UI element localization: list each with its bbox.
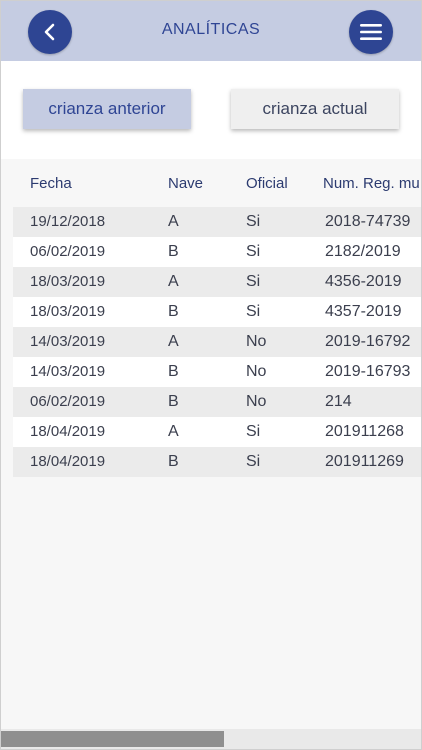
table-row[interactable]: 18/04/2019 B Si 201911269 bbox=[13, 447, 421, 477]
cell-num-reg: 4356-2019 bbox=[325, 273, 402, 290]
cell-nave: B bbox=[168, 363, 179, 380]
top-bar: ANALÍTICAS bbox=[1, 1, 421, 61]
cell-num-reg: 2019-16793 bbox=[325, 363, 411, 380]
crianza-actual-button[interactable]: crianza actual bbox=[231, 89, 399, 129]
table-row[interactable]: 18/04/2019 A Si 201911268 bbox=[13, 417, 421, 447]
table-body: 19/12/2018 A Si 2018-74739 06/02/2019 B Si 2182… bbox=[13, 207, 421, 477]
cell-oficial: Si bbox=[246, 243, 261, 260]
cell-nave: A bbox=[168, 273, 179, 290]
scrollbar-thumb[interactable] bbox=[1, 731, 224, 747]
cell-num-reg: 2182/2019 bbox=[325, 243, 401, 260]
page-title: ANALÍTICAS bbox=[161, 21, 261, 38]
cell-fecha: 18/04/2019 bbox=[30, 423, 106, 440]
crianza-toggle: crianza anterior crianza actual bbox=[1, 61, 421, 159]
table-header: Fecha Nave Oficial Num. Reg. mu bbox=[1, 175, 421, 197]
cell-oficial: Si bbox=[246, 453, 261, 470]
table-row[interactable]: 14/03/2019 A No 2019-16792 bbox=[13, 327, 421, 357]
column-header-oficial[interactable]: Oficial bbox=[246, 175, 288, 192]
horizontal-scrollbar[interactable] bbox=[1, 729, 421, 749]
cell-fecha: 18/04/2019 bbox=[30, 453, 106, 470]
cell-num-reg: 2018-74739 bbox=[325, 213, 411, 230]
cell-nave: A bbox=[168, 423, 179, 440]
column-header-nave[interactable]: Nave bbox=[168, 175, 203, 192]
cell-num-reg: 214 bbox=[325, 393, 352, 410]
cell-nave: A bbox=[168, 213, 179, 230]
cell-fecha: 14/03/2019 bbox=[30, 333, 106, 350]
cell-nave: A bbox=[168, 333, 179, 350]
cell-nave: B bbox=[168, 243, 179, 260]
cell-num-reg: 2019-16792 bbox=[325, 333, 411, 350]
table-row[interactable]: 18/03/2019 B Si 4357-2019 bbox=[13, 297, 421, 327]
back-button[interactable] bbox=[28, 10, 72, 54]
app-frame: ANALÍTICAS crianza anterior crianza actu… bbox=[0, 0, 422, 750]
cell-oficial: Si bbox=[246, 213, 261, 230]
column-header-fecha[interactable]: Fecha bbox=[30, 175, 72, 192]
cell-oficial: Si bbox=[246, 423, 261, 440]
cell-fecha: 14/03/2019 bbox=[30, 363, 106, 380]
table-row[interactable]: 19/12/2018 A Si 2018-74739 bbox=[13, 207, 421, 237]
hamburger-menu-icon bbox=[360, 24, 382, 40]
cell-oficial: Si bbox=[246, 273, 261, 290]
table-row[interactable]: 18/03/2019 A Si 4356-2019 bbox=[13, 267, 421, 297]
table-row[interactable]: 06/02/2019 B Si 2182/2019 bbox=[13, 237, 421, 267]
cell-num-reg: 4357-2019 bbox=[325, 303, 402, 320]
cell-num-reg: 201911269 bbox=[325, 453, 404, 470]
cell-fecha: 18/03/2019 bbox=[30, 273, 106, 290]
cell-fecha: 18/03/2019 bbox=[30, 303, 106, 320]
table-row[interactable]: 14/03/2019 B No 2019-16793 bbox=[13, 357, 421, 387]
cell-nave: B bbox=[168, 303, 179, 320]
table-row[interactable]: 06/02/2019 B No 214 bbox=[13, 387, 421, 417]
cell-fecha: 06/02/2019 bbox=[30, 393, 106, 410]
cell-oficial: No bbox=[246, 393, 267, 410]
column-header-num-reg[interactable]: Num. Reg. mu bbox=[323, 175, 420, 192]
cell-oficial: No bbox=[246, 363, 267, 380]
cell-oficial: Si bbox=[246, 303, 261, 320]
cell-num-reg: 201911268 bbox=[325, 423, 404, 440]
cell-nave: B bbox=[168, 453, 179, 470]
analiticas-table: Fecha Nave Oficial Num. Reg. mu 19/12/20… bbox=[1, 159, 421, 731]
cell-fecha: 06/02/2019 bbox=[30, 243, 106, 260]
menu-button[interactable] bbox=[349, 10, 393, 54]
cell-oficial: No bbox=[246, 333, 267, 350]
crianza-anterior-button[interactable]: crianza anterior bbox=[23, 89, 191, 129]
cell-fecha: 19/12/2018 bbox=[30, 213, 106, 230]
chevron-left-icon bbox=[44, 23, 55, 41]
cell-nave: B bbox=[168, 393, 179, 410]
